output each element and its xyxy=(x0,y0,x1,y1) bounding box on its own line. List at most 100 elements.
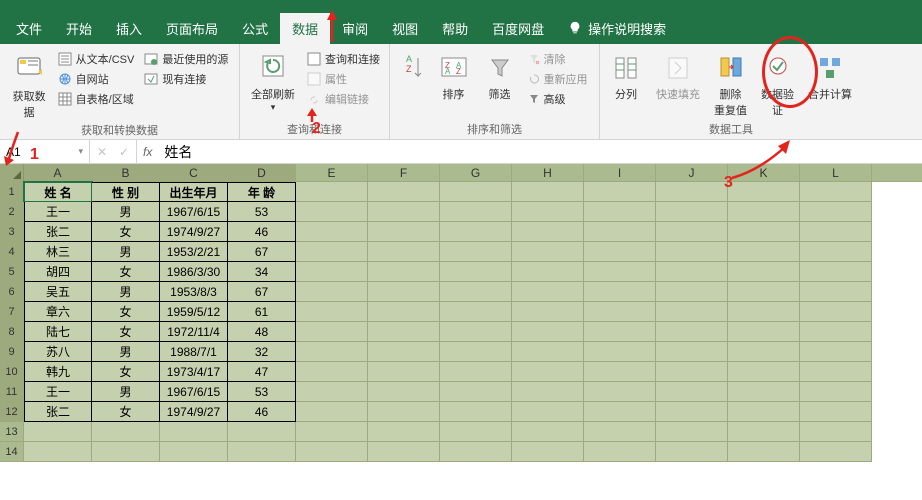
reapply-button[interactable]: 重新应用 xyxy=(526,70,590,88)
cell[interactable] xyxy=(440,242,512,262)
edit-links-button[interactable]: 编辑链接 xyxy=(305,90,382,108)
data-validation-button[interactable]: 数据验 证 xyxy=(757,50,798,120)
cell[interactable]: 1974/9/27 xyxy=(160,222,228,242)
cell[interactable]: 32 xyxy=(228,342,296,362)
row-header[interactable]: 5 xyxy=(0,262,24,282)
cell[interactable] xyxy=(728,442,800,462)
cell[interactable] xyxy=(584,182,656,202)
cell[interactable] xyxy=(656,222,728,242)
cell[interactable] xyxy=(728,422,800,442)
cell[interactable] xyxy=(24,422,92,442)
cell[interactable]: 1988/7/1 xyxy=(160,342,228,362)
cell[interactable] xyxy=(584,422,656,442)
cell[interactable]: 女 xyxy=(92,222,160,242)
cell[interactable]: 48 xyxy=(228,322,296,342)
cell[interactable] xyxy=(368,382,440,402)
cell[interactable]: 34 xyxy=(228,262,296,282)
row-header[interactable]: 6 xyxy=(0,282,24,302)
cell[interactable] xyxy=(584,402,656,422)
cell[interactable] xyxy=(656,202,728,222)
cell[interactable] xyxy=(512,382,584,402)
cell[interactable]: 林三 xyxy=(24,242,92,262)
cell[interactable] xyxy=(440,382,512,402)
flash-fill-button[interactable]: 快速填充 xyxy=(652,50,704,104)
cell[interactable] xyxy=(368,282,440,302)
cell[interactable] xyxy=(296,242,368,262)
cell[interactable] xyxy=(800,382,872,402)
get-data-button[interactable]: 获取数 据 xyxy=(9,50,50,122)
consolidate-button[interactable]: 合并计算 xyxy=(804,50,856,104)
cell[interactable] xyxy=(584,262,656,282)
menu-视图[interactable]: 视图 xyxy=(380,13,430,44)
existing-conn-button[interactable]: 现有连接 xyxy=(142,70,230,88)
cell[interactable] xyxy=(512,402,584,422)
row-header[interactable]: 14 xyxy=(0,442,24,462)
col-header-H[interactable]: H xyxy=(512,164,584,181)
recent-sources-button[interactable]: 最近使用的源 xyxy=(142,50,230,68)
cell[interactable]: 61 xyxy=(228,302,296,322)
cell[interactable] xyxy=(368,362,440,382)
menu-审阅[interactable]: 审阅 xyxy=(330,13,380,44)
cell[interactable] xyxy=(440,362,512,382)
cell[interactable]: 47 xyxy=(228,362,296,382)
cell[interactable] xyxy=(656,262,728,282)
menu-百度网盘[interactable]: 百度网盘 xyxy=(480,13,556,44)
row-header[interactable]: 12 xyxy=(0,402,24,422)
cell[interactable] xyxy=(296,322,368,342)
cell[interactable]: 1973/4/17 xyxy=(160,362,228,382)
col-header-C[interactable]: C xyxy=(160,164,228,181)
cell[interactable] xyxy=(800,322,872,342)
cell[interactable] xyxy=(800,442,872,462)
cell[interactable]: 1953/8/3 xyxy=(160,282,228,302)
cell[interactable] xyxy=(728,342,800,362)
cell[interactable] xyxy=(584,242,656,262)
cell[interactable] xyxy=(440,262,512,282)
cell[interactable]: 吴五 xyxy=(24,282,92,302)
col-header-I[interactable]: I xyxy=(584,164,656,181)
cell[interactable] xyxy=(296,282,368,302)
cell[interactable] xyxy=(512,422,584,442)
menu-数据[interactable]: 数据 xyxy=(280,13,330,44)
cell[interactable]: 67 xyxy=(228,282,296,302)
cell[interactable] xyxy=(728,282,800,302)
cell[interactable] xyxy=(800,282,872,302)
row-header[interactable]: 9 xyxy=(0,342,24,362)
clear-filter-button[interactable]: 清除 xyxy=(526,50,590,68)
cell[interactable]: 1959/5/12 xyxy=(160,302,228,322)
row-header[interactable]: 2 xyxy=(0,202,24,222)
from-csv-button[interactable]: 从文本/CSV xyxy=(56,50,137,68)
cell[interactable] xyxy=(656,182,728,202)
cell[interactable] xyxy=(584,322,656,342)
cell[interactable] xyxy=(440,422,512,442)
row-header[interactable]: 1 xyxy=(0,182,24,202)
col-header-L[interactable]: L xyxy=(800,164,872,181)
cell[interactable] xyxy=(728,382,800,402)
cell[interactable] xyxy=(512,442,584,462)
menu-文件[interactable]: 文件 xyxy=(4,13,54,44)
cell[interactable] xyxy=(296,262,368,282)
select-all-corner[interactable] xyxy=(0,164,24,181)
cell[interactable]: 张二 xyxy=(24,222,92,242)
cell[interactable] xyxy=(368,182,440,202)
cell[interactable] xyxy=(440,202,512,222)
cell[interactable] xyxy=(512,362,584,382)
cell[interactable]: 女 xyxy=(92,402,160,422)
cell[interactable] xyxy=(296,202,368,222)
cell[interactable]: 1967/6/15 xyxy=(160,382,228,402)
cell[interactable] xyxy=(368,342,440,362)
name-box[interactable]: A1▾ xyxy=(0,140,90,163)
cell[interactable]: 1972/11/4 xyxy=(160,322,228,342)
cell[interactable] xyxy=(368,402,440,422)
cell[interactable]: 性 别 xyxy=(92,182,160,202)
cell[interactable] xyxy=(512,202,584,222)
cell[interactable] xyxy=(296,382,368,402)
cell[interactable] xyxy=(296,402,368,422)
from-table-button[interactable]: 自表格/区域 xyxy=(56,90,137,108)
advanced-filter-button[interactable]: 高级 xyxy=(526,90,590,108)
col-header-F[interactable]: F xyxy=(368,164,440,181)
cell[interactable] xyxy=(512,342,584,362)
cell[interactable]: 王一 xyxy=(24,382,92,402)
cell[interactable] xyxy=(296,222,368,242)
cell[interactable]: 67 xyxy=(228,242,296,262)
formula-input[interactable]: 姓名 xyxy=(158,140,922,163)
